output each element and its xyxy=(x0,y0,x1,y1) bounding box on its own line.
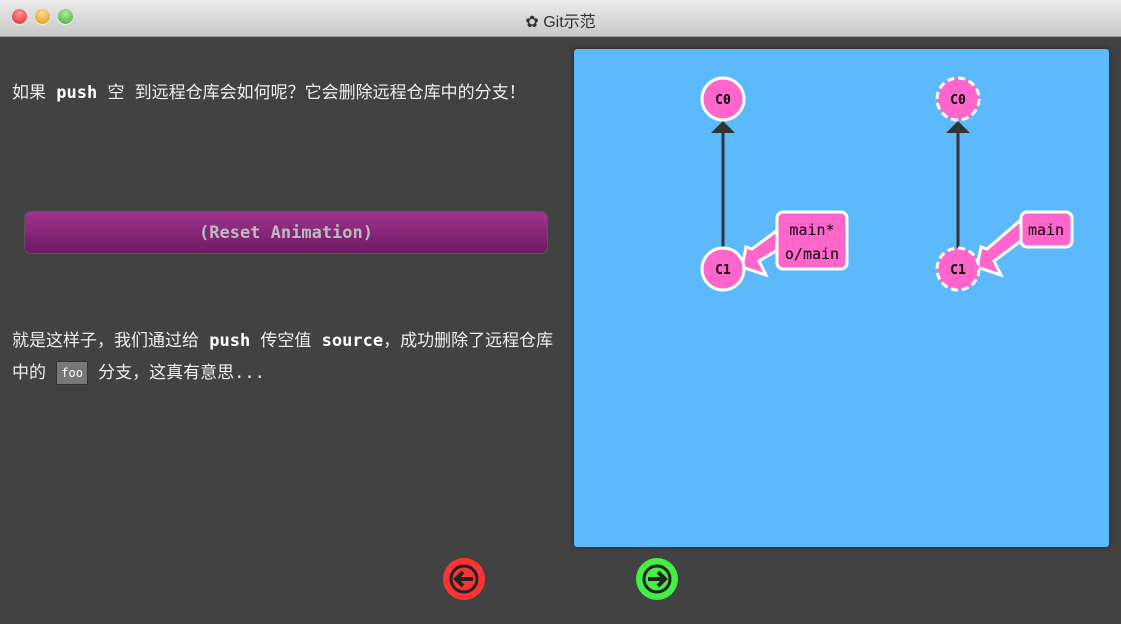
remote-repo: C0 C1 main xyxy=(935,76,1074,292)
edge-arrowhead xyxy=(711,121,735,133)
reset-animation-button[interactable]: (Reset Animation) xyxy=(24,211,548,254)
window-title: ✿ Git示范 xyxy=(525,14,596,31)
gear-icon: ✿ xyxy=(525,14,544,31)
intro-text: 如果 push 空 到远程仓库会如何呢？它会删除远程仓库中的分支！ xyxy=(12,83,526,103)
branch-code: foo xyxy=(56,361,88,385)
forward-arrow-icon[interactable] xyxy=(635,557,679,601)
svg-text:main: main xyxy=(1028,221,1064,239)
svg-text:C1: C1 xyxy=(715,263,731,278)
result-text: 就是这样子，我们通过给 push 传空值 source，成功删除了远程仓库中的 … xyxy=(12,331,554,385)
svg-text:o/main: o/main xyxy=(785,245,839,263)
svg-text:C1: C1 xyxy=(950,263,966,278)
svg-text:C0: C0 xyxy=(715,93,731,108)
back-arrow-icon[interactable] xyxy=(442,557,486,601)
git-visualization: C0 C1 main* o/main C0 C1 main xyxy=(574,49,1109,547)
edge-arrowhead xyxy=(946,121,970,133)
title-bar: ✿ Git示范 xyxy=(0,0,1121,37)
svg-text:main*: main* xyxy=(789,221,834,239)
svg-text:C0: C0 xyxy=(950,93,966,108)
local-repo: C0 C1 main* o/main xyxy=(700,76,849,292)
